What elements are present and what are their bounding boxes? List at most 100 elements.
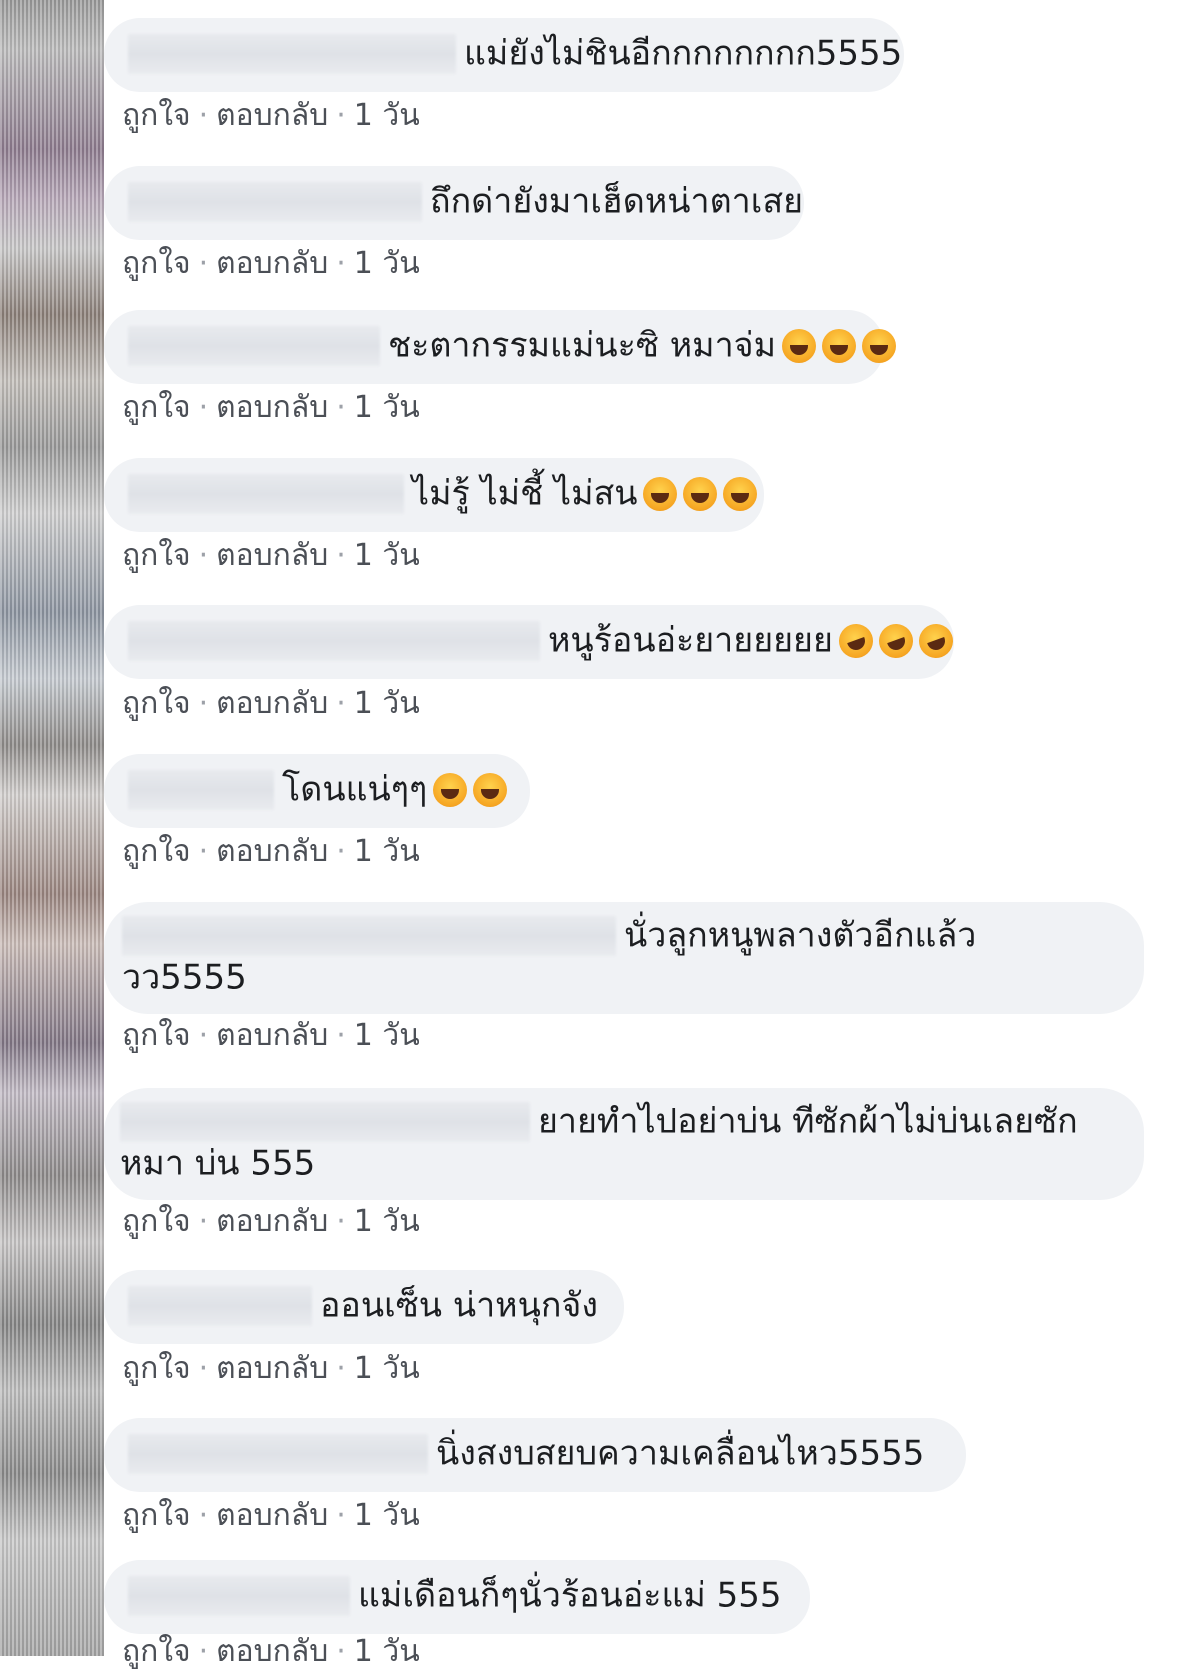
blurred-author-name[interactable] <box>128 1575 350 1616</box>
comment-actions: ถูกใจ · ตอบกลับ · 1 วัน <box>122 532 420 579</box>
blurred-author-name[interactable] <box>128 620 540 661</box>
separator: · <box>198 1204 209 1239</box>
timestamp-link[interactable]: 1 วัน <box>354 834 420 869</box>
comment-bubble: ไม่รู้ ไม่ชี้ ไม่สน <box>104 458 764 532</box>
like-link[interactable]: ถูกใจ <box>122 98 191 133</box>
reply-link[interactable]: ตอบกลับ <box>216 98 328 133</box>
comment-actions: ถูกใจ · ตอบกลับ · 1 วัน <box>122 384 420 431</box>
separator: · <box>198 1498 209 1533</box>
timestamp-link[interactable]: 1 วัน <box>354 1204 420 1239</box>
separator: · <box>198 1018 209 1053</box>
comment-text: โดนแน่ๆๆ <box>282 769 428 810</box>
comment-bubble: ยายทำไปอย่าบ่น ทีซักผ้าไม่บ่นเลยซักหมา บ… <box>104 1088 1144 1200</box>
comment-text: แม่ยังไม่ชินอีกกกกกกกก5555 <box>464 33 903 74</box>
separator: · <box>336 98 346 133</box>
separator: · <box>198 390 209 425</box>
like-link[interactable]: ถูกใจ <box>122 538 191 573</box>
blurred-author-name[interactable] <box>128 473 404 514</box>
comment-actions: ถูกใจ · ตอบกลับ · 1 วัน <box>122 828 420 875</box>
like-link[interactable]: ถูกใจ <box>122 390 191 425</box>
comment-bubble: นิ่งสงบสยบความเคลื่อนไหว5555 <box>104 1418 966 1492</box>
separator: · <box>336 1498 346 1533</box>
comment-text: หนูร้อนอ่ะยายยยยย <box>548 620 833 661</box>
laughing-emoji-icon <box>427 768 508 808</box>
separator: · <box>198 246 209 281</box>
comment-actions: ถูกใจ · ตอบกลับ · 1 วัน <box>122 240 420 287</box>
timestamp-link[interactable]: 1 วัน <box>354 1634 420 1669</box>
comment-bubble: แม่เดือนก็ๆนั่วร้อนอ่ะแม่ 555 <box>104 1560 810 1634</box>
comment-text: ชะตากรรมแม่นะซิ หมาจ่ม <box>388 325 776 366</box>
comment-text: ออนเซ็น น่าหนุกจัง <box>320 1285 598 1326</box>
blurred-author-name[interactable] <box>128 325 380 366</box>
blurred-author-name[interactable] <box>120 1101 530 1142</box>
blurred-avatar-column <box>0 0 104 1656</box>
separator: · <box>336 538 346 573</box>
reply-link[interactable]: ตอบกลับ <box>216 686 328 721</box>
laughing-emoji-icon <box>637 472 758 512</box>
separator: · <box>336 1018 346 1053</box>
like-link[interactable]: ถูกใจ <box>122 1634 191 1669</box>
comment-bubble: โดนแน่ๆๆ <box>104 754 530 828</box>
comment-text: แม่เดือนก็ๆนั่วร้อนอ่ะแม่ 555 <box>358 1575 782 1616</box>
separator: · <box>198 1351 209 1386</box>
comment-actions: ถูกใจ · ตอบกลับ · 1 วัน <box>122 1198 420 1245</box>
timestamp-link[interactable]: 1 วัน <box>354 538 420 573</box>
separator: · <box>336 390 346 425</box>
like-link[interactable]: ถูกใจ <box>122 686 191 721</box>
comment-bubble: ชะตากรรมแม่นะซิ หมาจ่ม <box>104 310 896 384</box>
comment-actions: ถูกใจ · ตอบกลับ · 1 วัน <box>122 1345 420 1392</box>
laughing-emoji-icon <box>776 324 896 364</box>
timestamp-link[interactable]: 1 วัน <box>354 686 420 721</box>
reply-link[interactable]: ตอบกลับ <box>216 1018 328 1053</box>
timestamp-link[interactable]: 1 วัน <box>354 1351 420 1386</box>
separator: · <box>336 834 346 869</box>
blurred-author-name[interactable] <box>128 181 422 222</box>
reply-link[interactable]: ตอบกลับ <box>216 1351 328 1386</box>
reply-link[interactable]: ตอบกลับ <box>216 246 328 281</box>
comment-bubble: ถึกด่ายังมาเฮ็ดหน่าตาเสย <box>104 166 804 240</box>
separator: · <box>198 834 209 869</box>
separator: · <box>198 1634 209 1669</box>
comment-actions: ถูกใจ · ตอบกลับ · 1 วัน <box>122 1012 420 1059</box>
blurred-author-name[interactable] <box>128 1433 428 1474</box>
reply-link[interactable]: ตอบกลับ <box>216 1634 328 1669</box>
rolling-laughing-emoji-icon <box>833 618 958 663</box>
comment-actions: ถูกใจ · ตอบกลับ · 1 วัน <box>122 92 420 139</box>
reply-link[interactable]: ตอบกลับ <box>216 1204 328 1239</box>
comment-text: นิ่งสงบสยบความเคลื่อนไหว5555 <box>436 1433 925 1474</box>
blurred-author-name[interactable] <box>128 1285 312 1326</box>
reply-link[interactable]: ตอบกลับ <box>216 1498 328 1533</box>
separator: · <box>336 1634 346 1669</box>
reply-link[interactable]: ตอบกลับ <box>216 390 328 425</box>
timestamp-link[interactable]: 1 วัน <box>354 246 420 281</box>
timestamp-link[interactable]: 1 วัน <box>354 390 420 425</box>
comment-actions: ถูกใจ · ตอบกลับ · 1 วัน <box>122 1628 420 1675</box>
comment-bubble: นั่วลูกหนูพลางตัวอีกแล้ววว5555 <box>104 902 1144 1014</box>
like-link[interactable]: ถูกใจ <box>122 1351 191 1386</box>
like-link[interactable]: ถูกใจ <box>122 1204 191 1239</box>
timestamp-link[interactable]: 1 วัน <box>354 1498 420 1533</box>
comment-text: ถึกด่ายังมาเฮ็ดหน่าตาเสย <box>430 181 804 222</box>
blurred-author-name[interactable] <box>122 915 616 956</box>
reply-link[interactable]: ตอบกลับ <box>216 538 328 573</box>
comment-actions: ถูกใจ · ตอบกลับ · 1 วัน <box>122 680 420 727</box>
like-link[interactable]: ถูกใจ <box>122 834 191 869</box>
separator: · <box>198 98 209 133</box>
comment-actions: ถูกใจ · ตอบกลับ · 1 วัน <box>122 1492 420 1539</box>
separator: · <box>336 1204 346 1239</box>
blurred-author-name[interactable] <box>128 33 456 74</box>
separator: · <box>198 686 209 721</box>
timestamp-link[interactable]: 1 วัน <box>354 1018 420 1053</box>
reply-link[interactable]: ตอบกลับ <box>216 834 328 869</box>
blurred-author-name[interactable] <box>128 769 274 810</box>
separator: · <box>198 538 209 573</box>
comment-bubble: หนูร้อนอ่ะยายยยยย <box>104 605 958 679</box>
like-link[interactable]: ถูกใจ <box>122 1018 191 1053</box>
comment-text: ไม่รู้ ไม่ชี้ ไม่สน <box>412 473 638 514</box>
separator: · <box>336 1351 346 1386</box>
timestamp-link[interactable]: 1 วัน <box>354 98 420 133</box>
like-link[interactable]: ถูกใจ <box>122 246 191 281</box>
like-link[interactable]: ถูกใจ <box>122 1498 191 1533</box>
separator: · <box>336 686 346 721</box>
comment-bubble: แม่ยังไม่ชินอีกกกกกกกก5555 <box>104 18 904 92</box>
